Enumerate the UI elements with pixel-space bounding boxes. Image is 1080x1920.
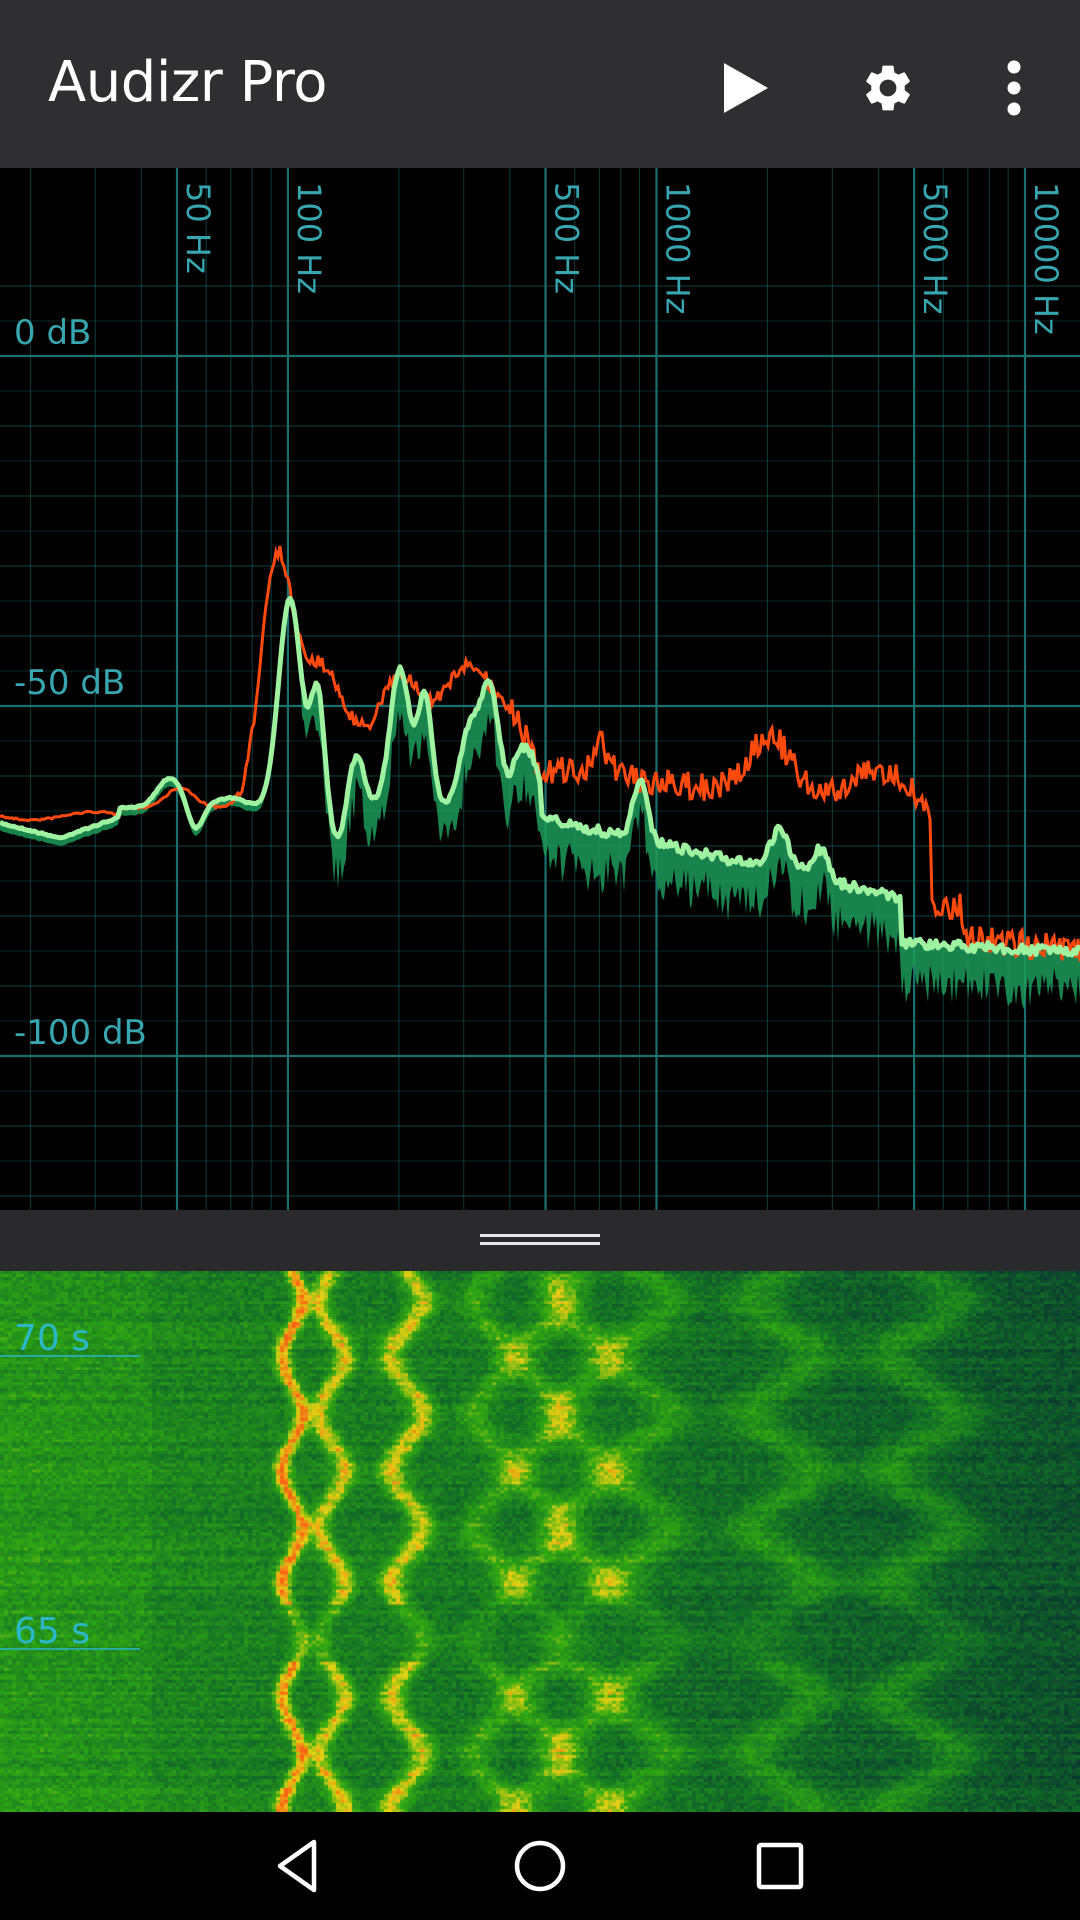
back-icon xyxy=(277,1839,317,1893)
major-grid xyxy=(0,168,1080,1210)
recents-button[interactable] xyxy=(730,1826,830,1906)
time-label-70s: 70 s xyxy=(14,1318,90,1359)
app-bar: Audizr Pro xyxy=(0,0,1080,168)
time-label-65s: 65 s xyxy=(14,1611,90,1652)
current-spectrum-line xyxy=(0,595,1080,958)
freq-label-10000hz: 10000 Hz xyxy=(1027,182,1065,335)
spectrogram-overlay: 70 s 65 s xyxy=(0,1318,140,1652)
freq-label-500hz: 500 Hz xyxy=(548,182,586,294)
spectrum-traces xyxy=(0,545,1080,1010)
settings-button[interactable] xyxy=(840,40,936,136)
db-label-0: 0 dB xyxy=(14,313,91,353)
db-label-minus100: -100 dB xyxy=(14,1013,147,1053)
freq-label-100hz: 100 Hz xyxy=(290,182,328,294)
recents-icon xyxy=(756,1842,804,1890)
back-button[interactable] xyxy=(250,1826,350,1906)
app-title: Audizr Pro xyxy=(48,50,327,115)
freq-label-50hz: 50 Hz xyxy=(179,182,217,274)
home-icon xyxy=(514,1840,566,1892)
spectrum-view[interactable]: 50 Hz 100 Hz 500 Hz 1000 Hz 5000 Hz 1000… xyxy=(0,168,1080,1210)
freq-label-5000hz: 5000 Hz xyxy=(916,182,954,314)
minor-grid xyxy=(0,168,1080,1210)
play-icon xyxy=(724,63,768,113)
drag-handle-icon xyxy=(480,1234,600,1246)
peak-hold-line xyxy=(0,545,1080,962)
gear-icon xyxy=(866,65,910,111)
spectrogram-view[interactable]: 70 s 65 s xyxy=(0,1271,1080,1812)
freq-label-1000hz: 1000 Hz xyxy=(658,182,696,314)
home-button[interactable] xyxy=(490,1826,590,1906)
play-button[interactable] xyxy=(696,40,792,136)
overflow-menu-button[interactable] xyxy=(966,40,1062,136)
more-vertical-icon xyxy=(1007,60,1021,116)
system-nav-bar xyxy=(0,1812,1080,1920)
spectrum-plot: 50 Hz 100 Hz 500 Hz 1000 Hz 5000 Hz 1000… xyxy=(0,168,1080,1210)
resize-handle[interactable] xyxy=(0,1210,1080,1271)
db-label-minus50: -50 dB xyxy=(14,663,125,703)
